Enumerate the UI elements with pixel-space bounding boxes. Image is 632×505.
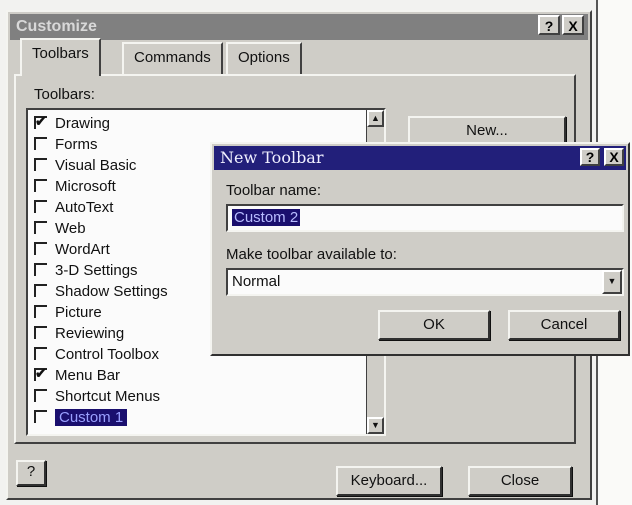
new-toolbar-titlebar: New Toolbar xyxy=(214,146,626,170)
checkbox[interactable] xyxy=(34,368,47,381)
list-item-label: Menu Bar xyxy=(55,367,121,384)
list-item-label: Shortcut Menus xyxy=(55,388,161,405)
customize-title: Customize xyxy=(16,18,97,35)
available-to-value: Normal xyxy=(232,273,281,290)
list-item-label: Control Toolbox xyxy=(55,346,159,363)
checkbox[interactable] xyxy=(34,179,47,192)
list-item-label: Picture xyxy=(55,304,102,321)
list-item[interactable]: WordArt xyxy=(34,240,110,260)
checkbox[interactable] xyxy=(34,242,47,255)
close-button[interactable]: Close xyxy=(468,466,572,496)
checkbox[interactable] xyxy=(34,326,47,339)
list-item[interactable]: Visual Basic xyxy=(34,156,136,176)
checkbox[interactable] xyxy=(34,347,47,360)
checkbox[interactable] xyxy=(34,221,47,234)
list-item-label: Web xyxy=(55,220,86,237)
toolbar-name-input[interactable]: Custom 2 xyxy=(226,204,624,232)
checkbox[interactable] xyxy=(34,137,47,150)
list-item-label: Reviewing xyxy=(55,325,125,342)
toolbar-name-label: Toolbar name: xyxy=(226,182,322,199)
new-toolbar-dialog: New Toolbar ? X Toolbar name: Custom 2 M… xyxy=(210,142,630,356)
checkbox[interactable] xyxy=(34,263,47,276)
list-item[interactable]: Drawing xyxy=(34,114,110,134)
scroll-down-icon[interactable]: ▼ xyxy=(367,417,384,434)
list-item-label: 3-D Settings xyxy=(55,262,138,279)
list-item-label: WordArt xyxy=(55,241,110,258)
checkbox[interactable] xyxy=(34,116,47,129)
tab-toolbars[interactable]: Toolbars xyxy=(20,38,101,76)
tab-toolbars-label: Toolbars xyxy=(32,45,89,62)
customize-help-button[interactable]: ? xyxy=(538,15,560,35)
list-item-label: AutoText xyxy=(55,199,114,216)
list-item[interactable]: Shadow Settings xyxy=(34,282,168,302)
list-item-label: Custom 1 xyxy=(55,409,128,426)
list-item[interactable]: Forms xyxy=(34,135,98,155)
list-item[interactable]: Picture xyxy=(34,303,102,323)
tab-options-label: Options xyxy=(238,49,290,66)
customize-close-icon[interactable]: X xyxy=(562,15,584,35)
list-item-label: Microsoft xyxy=(55,178,116,195)
list-item[interactable]: Shortcut Menus xyxy=(34,387,160,407)
tab-options[interactable]: Options xyxy=(226,42,302,74)
list-item-label: Drawing xyxy=(55,115,111,132)
available-to-select[interactable]: Normal ▼ xyxy=(226,268,624,296)
list-item[interactable]: Control Toolbox xyxy=(34,345,159,365)
scroll-up-icon[interactable]: ▲ xyxy=(367,110,384,127)
list-item-label: Shadow Settings xyxy=(55,283,168,300)
list-item[interactable]: Web xyxy=(34,219,86,239)
cancel-button[interactable]: Cancel xyxy=(508,310,620,340)
toolbar-name-value: Custom 2 xyxy=(232,209,301,226)
checkbox[interactable] xyxy=(34,200,47,213)
checkbox[interactable] xyxy=(34,158,47,171)
list-item[interactable]: Microsoft xyxy=(34,177,116,197)
customize-titlebar: Customize xyxy=(10,14,588,40)
list-item-label: Visual Basic xyxy=(55,157,137,174)
list-item[interactable]: AutoText xyxy=(34,198,113,218)
tab-commands-label: Commands xyxy=(134,49,211,66)
list-item[interactable]: 3-D Settings xyxy=(34,261,138,281)
list-item[interactable]: Reviewing xyxy=(34,324,124,344)
new-toolbar-close-icon[interactable]: X xyxy=(604,148,624,166)
tab-commands[interactable]: Commands xyxy=(122,42,223,74)
list-item-label: Forms xyxy=(55,136,98,153)
list-item[interactable]: Menu Bar xyxy=(34,366,120,386)
checkbox[interactable] xyxy=(34,410,47,423)
ok-button[interactable]: OK xyxy=(378,310,490,340)
available-to-label: Make toolbar available to: xyxy=(226,246,397,263)
checkbox[interactable] xyxy=(34,305,47,318)
new-toolbar-title: New Toolbar xyxy=(220,148,324,167)
checkbox[interactable] xyxy=(34,284,47,297)
checkbox[interactable] xyxy=(34,389,47,402)
new-toolbar-help-button[interactable]: ? xyxy=(580,148,600,166)
toolbars-list-label: Toolbars: xyxy=(34,86,95,103)
list-item[interactable]: Custom 1 xyxy=(34,408,128,428)
keyboard-button[interactable]: Keyboard... xyxy=(336,466,442,496)
help-icon[interactable]: ? xyxy=(16,460,46,486)
chevron-down-icon[interactable]: ▼ xyxy=(602,270,622,294)
